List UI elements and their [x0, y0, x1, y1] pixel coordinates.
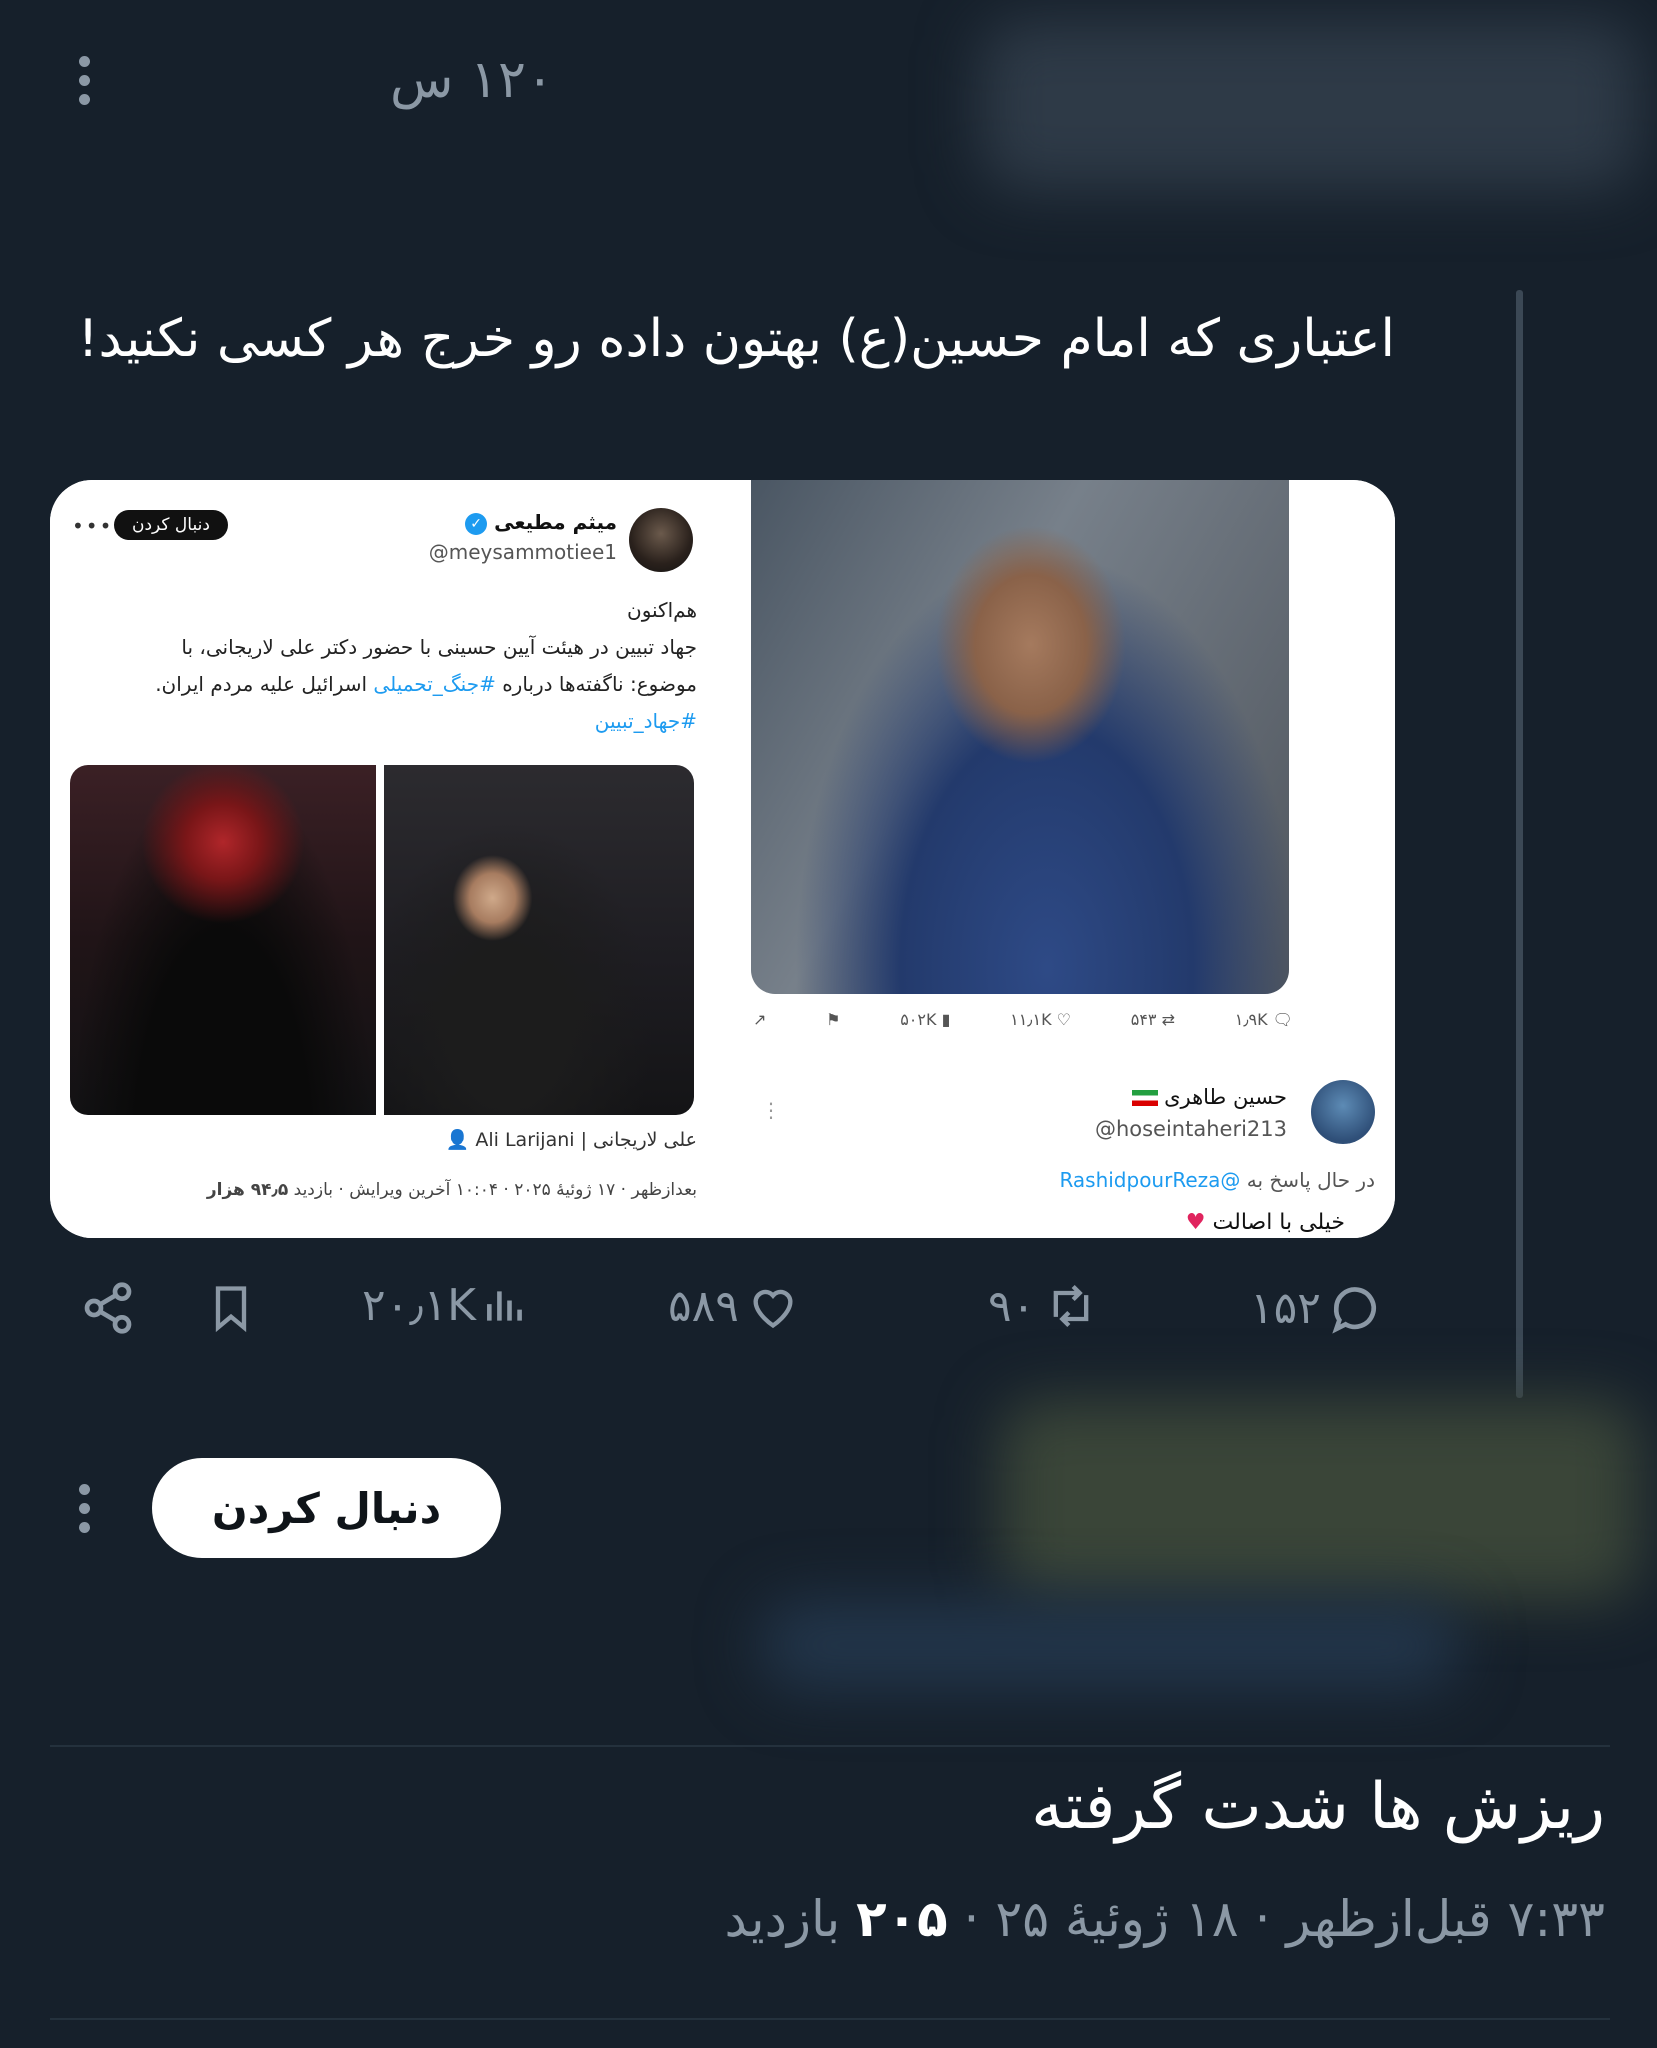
views-button[interactable]: ۲۰٫۱K — [362, 1280, 526, 1331]
divider — [50, 2018, 1610, 2020]
follow-button[interactable]: دنبال کردن — [152, 1458, 501, 1558]
reply-text: خیلی با اصالت ♥ — [1185, 1210, 1345, 1235]
photo-hall — [70, 765, 376, 1115]
mini-retweet: ⇄ ۵۴۳ — [1130, 1010, 1175, 1029]
author-name: حسین طاهری — [1132, 1085, 1287, 1109]
person-icon: 👤 — [445, 1129, 470, 1151]
share-icon — [84, 1282, 132, 1334]
iran-flag-icon — [1132, 1090, 1159, 1106]
reply-button[interactable]: ۱۵۲ — [1250, 1280, 1383, 1336]
mini-share-icon: ↗ — [753, 1010, 767, 1029]
more-options-icon[interactable] — [74, 56, 94, 105]
divider — [50, 1745, 1610, 1747]
author-handle: @hoseintaheri213 — [1094, 1117, 1287, 1141]
views-count: ۲۰۵ — [856, 1890, 948, 1948]
reply-icon — [1332, 1287, 1376, 1334]
retweet-button[interactable]: ۹۰ — [988, 1280, 1101, 1332]
blurred-profile-area — [980, 20, 1640, 190]
replying-to: در حال پاسخ به @RashidpourReza — [1059, 1168, 1375, 1192]
more-options-icon[interactable] — [74, 1484, 94, 1533]
quoted-post-text: اعتباری که امام حسین(ع) بهتون داده رو خر… — [77, 309, 1395, 369]
mini-actions: 🗨 ۱٫۹K ⇄ ۵۴۳ ♡ ۱۱٫۱K ▮ ۵۰۲K ⚑ ↗ — [753, 1010, 1293, 1029]
reply-count: ۱۵۲ — [1250, 1282, 1321, 1334]
media-image-left[interactable]: میثم مطیعی ✓ @meysammotiee1 دنبال کردن •… — [50, 480, 713, 1238]
views-label: بازدید — [724, 1890, 841, 1948]
hashtag: #جهاد_تبیین — [594, 709, 697, 733]
views-icon — [487, 1290, 522, 1321]
views-count: ۲۰٫۱K — [362, 1280, 477, 1331]
mini-like: ♡ ۱۱٫۱K — [1010, 1010, 1071, 1029]
blurred-profile-area — [1000, 1400, 1640, 1600]
avatar — [1311, 1080, 1375, 1144]
like-button[interactable]: ۵۸۹ — [668, 1280, 801, 1332]
media-image-right[interactable]: 🗨 ۱٫۹K ⇄ ۵۴۳ ♡ ۱۱٫۱K ▮ ۵۰۲K ⚑ ↗ حسین طاه… — [731, 480, 1395, 1238]
thread-line — [1516, 290, 1523, 1398]
author-handle: @meysammotiee1 — [428, 540, 617, 564]
bookmark-icon — [215, 1286, 247, 1333]
photo-author: علی لاریجانی | Ali Larijani 👤 — [445, 1129, 697, 1151]
action-bar: ۲۰٫۱K ۵۸۹ ۹۰ ۱۵۲ — [80, 1280, 1400, 1350]
more-icon: ••• — [72, 514, 114, 538]
heart-icon: ♥ — [1185, 1210, 1206, 1235]
mini-reply: 🗨 ۱٫۹K — [1234, 1010, 1293, 1029]
retweet-count: ۹۰ — [988, 1280, 1036, 1332]
heart-icon — [753, 1289, 793, 1329]
mini-bookmark-icon: ⚑ — [826, 1010, 841, 1029]
main-post-text: ریزش ها شدت گرفته — [1031, 1770, 1605, 1844]
mini-views: ▮ ۵۰۲K — [900, 1010, 951, 1029]
like-count: ۵۸۹ — [668, 1280, 739, 1332]
photo-portrait — [751, 480, 1289, 994]
body-line: هم‌اکنون — [627, 598, 697, 622]
screenshot-meta: بعدازظهر · ۱۷ ژوئیهٔ ۲۰۲۵ · ۱۰:۰۴ آخرین … — [206, 1180, 697, 1200]
post-meta: ۷:۳۳ قبل‌ازظهر · ۱۸ ژوئیهٔ ۲۵ · ۲۰۵ بازد… — [724, 1890, 1605, 1948]
retweet-icon — [1053, 1284, 1089, 1328]
follow-button-mini: دنبال کردن — [114, 510, 228, 540]
post-time[interactable]: ۷:۳۳ قبل‌ازظهر · ۱۸ ژوئیهٔ ۲۵ · — [964, 1890, 1605, 1948]
more-icon: ⋮ — [761, 1098, 781, 1122]
share-button[interactable] — [80, 1280, 136, 1336]
body-line: موضوع: ناگفته‌ها درباره #جنگ_تحمیلی اسرا… — [155, 672, 697, 696]
blurred-profile-area — [760, 1600, 1460, 1690]
media-grid[interactable]: میثم مطیعی ✓ @meysammotiee1 دنبال کردن •… — [50, 480, 1395, 1238]
bookmark-button[interactable] — [205, 1280, 257, 1336]
screenshot-text: هم‌اکنون جهاد تبیین در هیئت آیین حسینی ب… — [77, 592, 697, 740]
photo-speaker — [384, 765, 694, 1115]
body-line: جهاد تبیین در هیئت آیین حسینی با حضور دک… — [181, 635, 697, 659]
post-timestamp: ۱۲۰ س — [390, 50, 554, 110]
author-name: میثم مطیعی ✓ — [461, 510, 617, 535]
hashtag: #جنگ_تحمیلی — [373, 672, 496, 696]
avatar — [629, 508, 693, 572]
verified-icon: ✓ — [465, 512, 488, 535]
